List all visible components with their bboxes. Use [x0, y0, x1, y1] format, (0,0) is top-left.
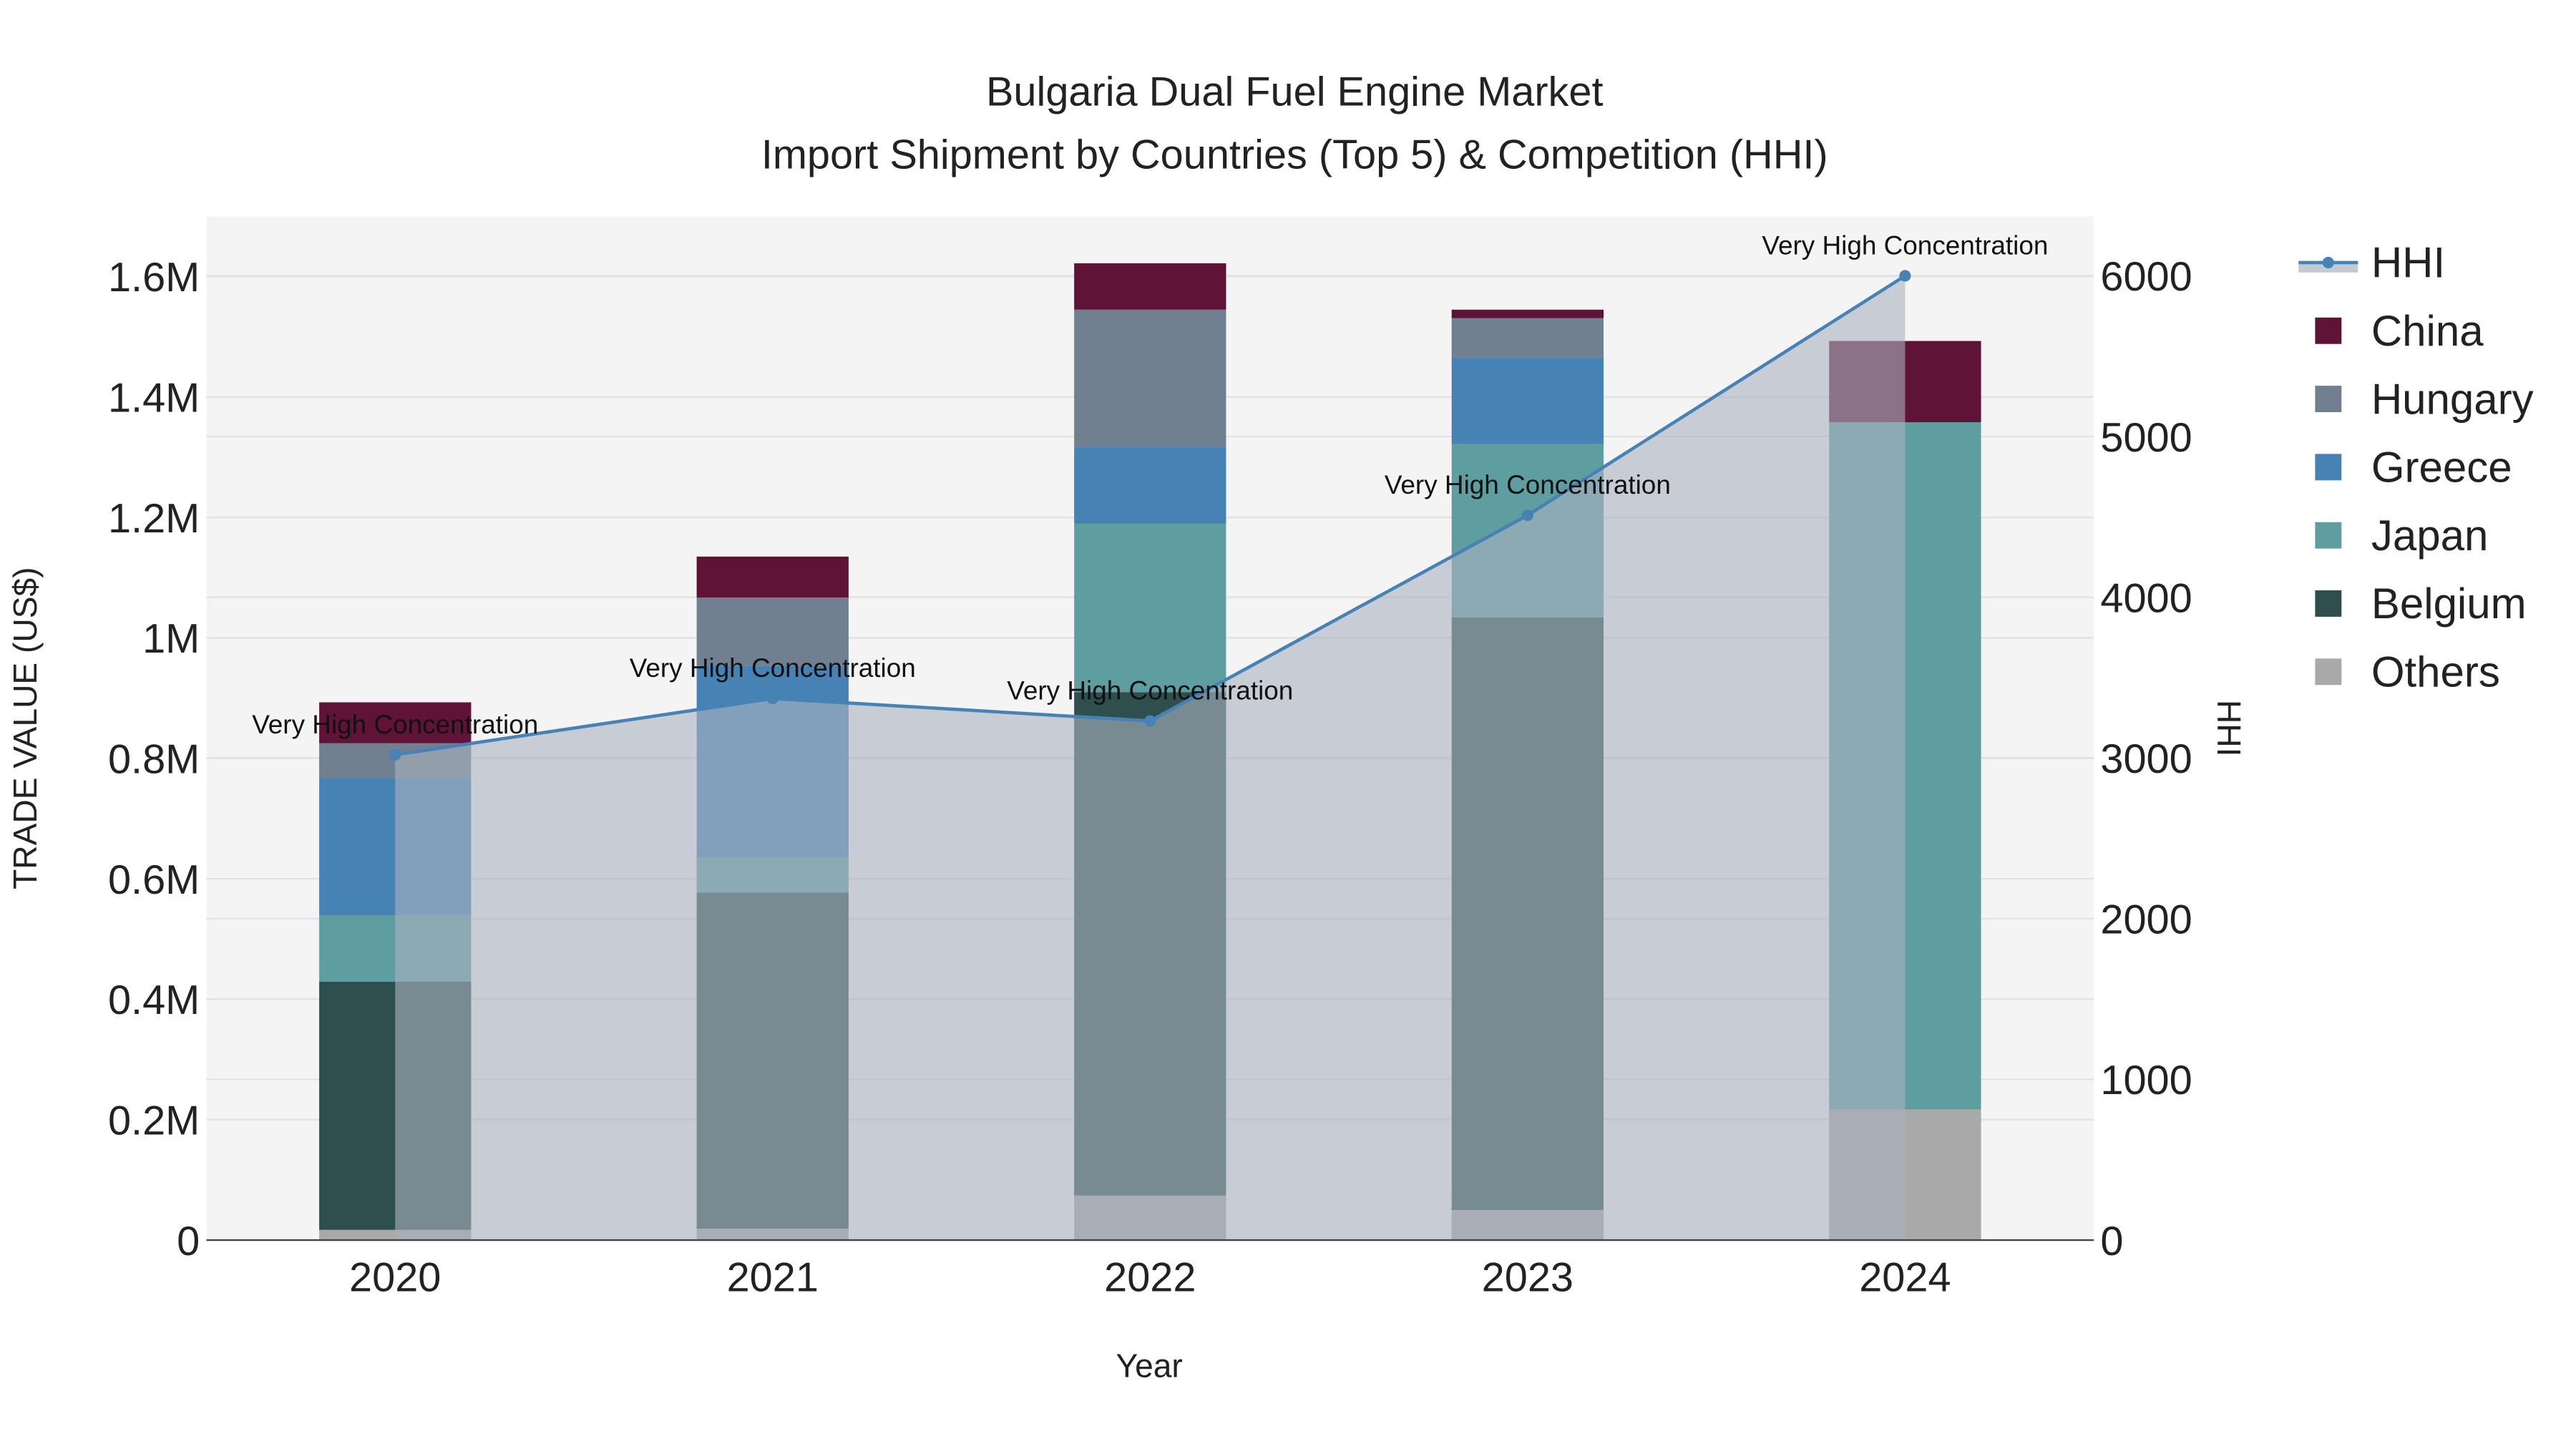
x-axis-label: Year — [1116, 1347, 1183, 1385]
legend-swatch-japan — [2315, 522, 2342, 549]
hhi-point-2022 — [1144, 715, 1156, 727]
hhi-point-2024 — [1899, 270, 1911, 282]
bar-china-2023 — [1451, 309, 1604, 318]
bar-china-2021 — [696, 556, 849, 598]
legend-label-china: China — [2371, 307, 2484, 355]
hhi-annotation: Very High Concentration — [252, 710, 538, 739]
legend-hhi-marker-icon — [2322, 256, 2334, 268]
y2-tick-label: 1000 — [2100, 1058, 2192, 1103]
y-tick-label: 0.6M — [108, 857, 200, 903]
y-tick-label: 0.8M — [108, 737, 200, 783]
bar-greece-2022 — [1074, 447, 1226, 524]
hhi-annotation: Very High Concentration — [1385, 470, 1671, 499]
hhi-annotation: Very High Concentration — [630, 653, 916, 683]
y-tick-label: 1M — [142, 616, 200, 662]
legend-label-belgium: Belgium — [2371, 580, 2527, 628]
y-tick-label: 0.2M — [108, 1098, 200, 1144]
chart-title-line2: Import Shipment by Countries (Top 5) & C… — [761, 132, 1828, 177]
legend-swatch-china — [2315, 317, 2342, 344]
chart: Very High Concentration Very High Concent… — [6, 69, 2534, 1385]
legend-swatch-belgium — [2315, 590, 2342, 617]
bar-hungary-2022 — [1074, 309, 1226, 447]
legend-label-hungary: Hungary — [2371, 375, 2534, 423]
legend-label-hhi: HHI — [2371, 239, 2445, 287]
legend-label-others: Others — [2371, 648, 2500, 696]
bar-greece-2023 — [1451, 358, 1604, 444]
x-tick-label: 2021 — [727, 1255, 819, 1301]
hhi-point-2021 — [766, 693, 779, 705]
bar-hungary-2023 — [1451, 318, 1604, 358]
hhi-point-2020 — [389, 748, 401, 761]
y-tick-label: 1.2M — [108, 496, 200, 542]
chart-title-line1: Bulgaria Dual Fuel Engine Market — [986, 69, 1604, 115]
y-tick-label: 0 — [177, 1219, 200, 1264]
legend-swatch-greece — [2315, 454, 2342, 481]
hhi-annotation: Very High Concentration — [1762, 230, 2048, 260]
bar-japan-2022 — [1074, 523, 1226, 693]
bar-china-2022 — [1074, 263, 1226, 310]
x-tick-label: 2023 — [1482, 1255, 1574, 1301]
legend-swatch-others — [2315, 658, 2342, 686]
hhi-annotation: Very High Concentration — [1007, 676, 1293, 706]
y2-tick-label: 5000 — [2100, 415, 2192, 461]
y2-tick-label: 3000 — [2100, 736, 2192, 782]
x-tick-label: 2020 — [349, 1255, 441, 1301]
y-tick-label: 1.4M — [108, 376, 200, 421]
y2-tick-label: 0 — [2100, 1219, 2123, 1264]
legend-label-japan: Japan — [2371, 512, 2488, 560]
legend-swatch-hungary — [2315, 386, 2342, 412]
y-axis-label: TRADE VALUE (US$) — [6, 567, 44, 889]
legend-label-greece: Greece — [2371, 444, 2512, 492]
y2-axis-label: HHI — [2210, 700, 2248, 756]
y-tick-label: 1.6M — [108, 255, 200, 301]
hhi-point-2023 — [1521, 509, 1533, 522]
y-tick-label: 0.4M — [108, 977, 200, 1023]
y2-tick-label: 4000 — [2100, 575, 2192, 621]
x-tick-label: 2024 — [1859, 1255, 1951, 1301]
x-tick-label: 2022 — [1104, 1255, 1196, 1301]
y2-tick-label: 2000 — [2100, 897, 2192, 943]
y2-tick-label: 6000 — [2100, 254, 2192, 300]
